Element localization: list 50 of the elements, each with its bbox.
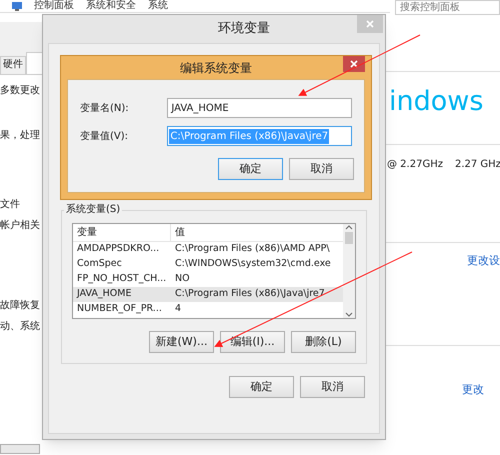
scroll-thumb[interactable]: [345, 232, 353, 244]
list-action-button[interactable]: 编辑(I)...: [220, 331, 285, 353]
variable-value: C:\WINDOWS\system32\cmd.exe: [174, 257, 331, 272]
variable-name-field[interactable]: JAVA_HOME: [167, 98, 352, 118]
variable-name: NUMBER_OF_PR...: [76, 302, 163, 316]
dialog-title: 环境变量: [218, 20, 270, 38]
variable-name: AMDAPPSDKRO...: [76, 242, 160, 256]
selected-text: C:\Program Files (x86)\Java\jre7: [169, 128, 330, 144]
variable-value: C:\Program Files (x86)\AMD APP\: [174, 242, 330, 256]
description-text: 帐户相关: [0, 218, 41, 233]
group-label: 故障恢复: [0, 298, 41, 313]
list-row[interactable]: FP_NO_HOST_CH... NO: [73, 272, 343, 287]
change-settings-link[interactable]: 更改设: [467, 253, 500, 270]
search-field[interactable]: 搜索控制面板: [395, 0, 500, 15]
column-header[interactable]: 变量: [73, 224, 171, 241]
variable-name: JAVA_HOME: [76, 287, 132, 302]
field-label: 变量名(N):: [80, 102, 130, 116]
list-row[interactable]: NUMBER_OF_PR... 4: [73, 302, 343, 317]
dialog-button[interactable]: 取消: [289, 158, 354, 180]
list-action-button[interactable]: 新建(W)...: [149, 331, 214, 353]
computer-icon: [12, 2, 22, 10]
description-text: 动、系统: [0, 320, 41, 334]
scrollbar[interactable]: [343, 224, 355, 318]
change-link[interactable]: 更改: [462, 382, 484, 396]
dialog-button[interactable]: 取消: [300, 376, 365, 398]
description-text: 多数更改: [0, 84, 41, 98]
window-button[interactable]: [0, 444, 40, 454]
variable-value: 4: [174, 302, 182, 316]
column-header[interactable]: 值: [171, 225, 185, 240]
list-row[interactable]: JAVA_HOME C:\Program Files (x86)\Java\jre7: [73, 287, 343, 302]
field-label: 变量值(V):: [80, 130, 130, 144]
processor-text: @ 2.27GHz: [387, 158, 443, 172]
close-icon: [350, 60, 358, 68]
close-icon: [366, 20, 374, 28]
list-action-button[interactable]: 删除(L): [291, 331, 356, 353]
list-row[interactable]: AMDAPPSDKRO... C:\Program Files (x86)\AMD APP\: [73, 242, 343, 257]
variable-name: FP_NO_HOST_CH...: [76, 272, 168, 286]
tab[interactable]: 硬件: [0, 56, 26, 74]
variable-name: ComSpec: [76, 257, 123, 272]
description-text: 果，处理: [0, 128, 41, 143]
close-button[interactable]: [343, 56, 365, 72]
windows-logo-text: indows: [388, 85, 484, 119]
group-label: 文件: [0, 198, 21, 212]
dialog-button[interactable]: 确定: [229, 376, 294, 398]
dialog-button[interactable]: 确定: [218, 158, 283, 180]
variable-value: C:\Program Files (x86)\Java\jre7: [174, 287, 325, 302]
list-row[interactable]: ComSpec C:\WINDOWS\system32\cmd.exe: [73, 257, 343, 272]
variable-value: NO: [174, 272, 190, 286]
dialog-title: 编辑系统变量: [180, 60, 252, 76]
breadcrumb-item[interactable]: 控制面板: [34, 0, 74, 12]
